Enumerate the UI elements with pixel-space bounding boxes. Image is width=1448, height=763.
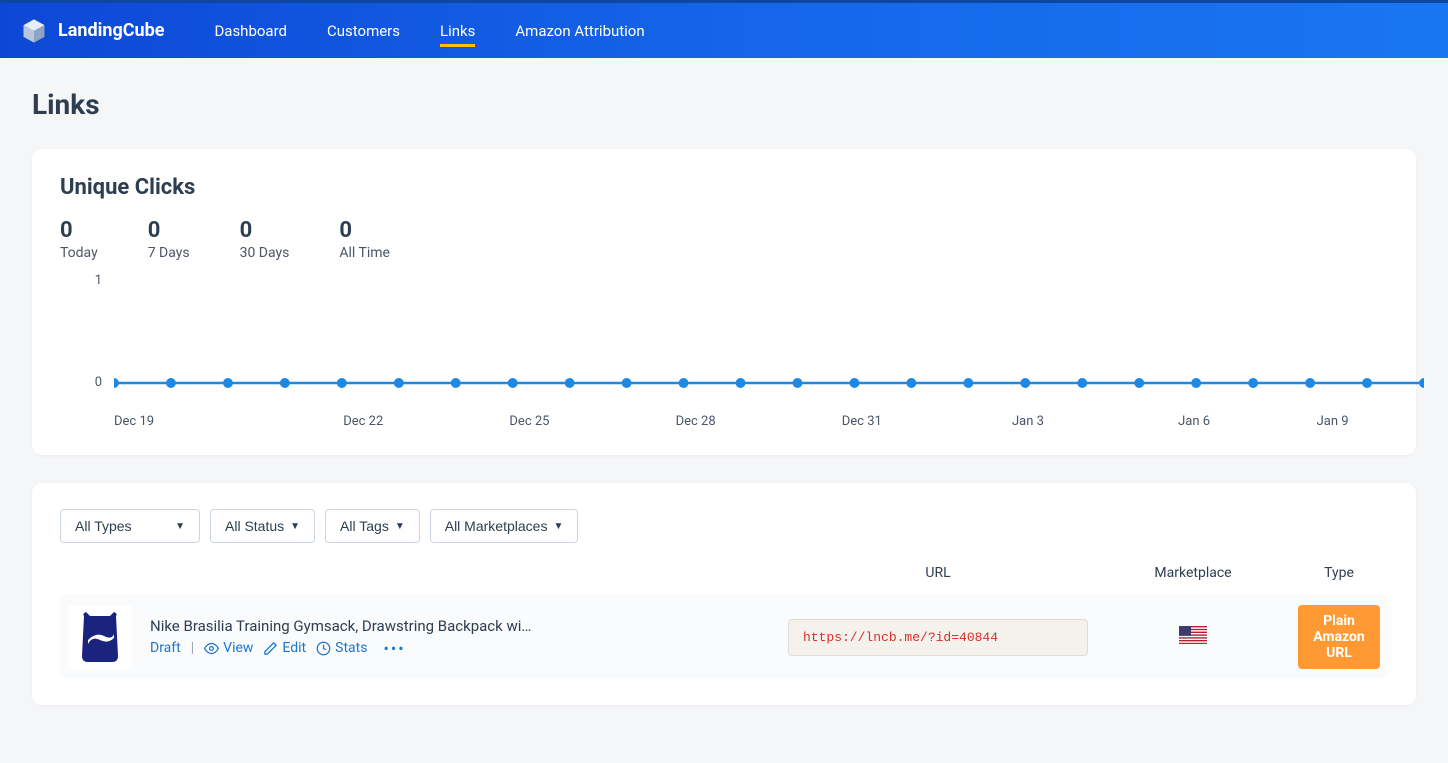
main-navbar: LandingCube Dashboard Customers Links Am… [0, 3, 1448, 58]
backpack-thumb-icon [78, 610, 122, 664]
product-cell: Nike Brasilia Training Gymsack, Drawstri… [68, 605, 788, 669]
x-tick: Jan 6 [1111, 414, 1277, 429]
stat-7days: 0 7 Days [148, 218, 190, 261]
product-thumbnail[interactable] [68, 605, 132, 669]
filter-tags[interactable]: All Tags ▼ [325, 509, 420, 543]
status-badge: Draft [150, 640, 181, 656]
stat-label: 30 Days [240, 245, 290, 261]
url-display[interactable]: https://lncb.me/?id=40844 [788, 619, 1088, 656]
pencil-icon [263, 641, 278, 656]
stat-value: 0 [148, 218, 190, 243]
marketplace-cell [1088, 626, 1298, 648]
cube-logo-icon [20, 17, 48, 45]
line-chart[interactable] [114, 279, 1424, 409]
filter-status[interactable]: All Status ▼ [210, 509, 315, 543]
filter-label: All Types [75, 518, 132, 534]
caret-down-icon: ▼ [290, 521, 300, 532]
caret-down-icon: ▼ [395, 521, 405, 532]
stat-label: All Time [339, 245, 390, 261]
clicks-card-title: Unique Clicks [60, 175, 1388, 200]
url-cell: https://lncb.me/?id=40844 [788, 619, 1088, 656]
view-button[interactable]: View [204, 640, 253, 656]
col-url-header: URL [788, 565, 1088, 581]
action-label: Stats [335, 640, 367, 656]
x-tick: Dec 19 [114, 414, 280, 429]
product-actions: Draft | View Edit Stats [150, 639, 531, 658]
nav-amazon-attribution[interactable]: Amazon Attribution [495, 5, 664, 57]
filter-row: All Types ▼ All Status ▼ All Tags ▼ All … [60, 509, 1388, 543]
table-row: Nike Brasilia Training Gymsack, Drawstri… [60, 595, 1388, 679]
filter-marketplaces[interactable]: All Marketplaces ▼ [430, 509, 579, 543]
filter-label: All Status [225, 518, 284, 534]
caret-down-icon: ▼ [553, 521, 563, 532]
clicks-card: Unique Clicks 0 Today 0 7 Days 0 30 Days… [32, 149, 1416, 455]
action-label: Edit [282, 640, 306, 656]
type-badge[interactable]: Plain Amazon URL [1298, 605, 1380, 669]
product-info: Nike Brasilia Training Gymsack, Drawstri… [150, 617, 531, 658]
x-tick: Jan 9 [1277, 414, 1388, 429]
y-tick-0: 0 [78, 375, 102, 390]
x-tick: Jan 3 [945, 414, 1111, 429]
filter-label: All Marketplaces [445, 518, 548, 534]
action-label: View [223, 640, 253, 656]
eye-icon [204, 641, 219, 656]
nav-customers[interactable]: Customers [307, 5, 420, 57]
ellipsis-icon: ••• [383, 639, 405, 658]
x-tick: Dec 31 [779, 414, 945, 429]
stat-alltime: 0 All Time [339, 218, 390, 261]
nav-links[interactable]: Links [420, 5, 495, 57]
stats-button[interactable]: Stats [316, 640, 367, 656]
links-table-card: All Types ▼ All Status ▼ All Tags ▼ All … [32, 483, 1416, 705]
stat-today: 0 Today [60, 218, 98, 261]
col-product [68, 565, 788, 581]
filter-types[interactable]: All Types ▼ [60, 509, 200, 543]
x-tick: Dec 25 [446, 414, 612, 429]
x-tick: Dec 22 [280, 414, 446, 429]
x-tick: Dec 28 [613, 414, 779, 429]
nav-dashboard[interactable]: Dashboard [194, 5, 307, 57]
filter-label: All Tags [340, 518, 389, 534]
stat-value: 0 [339, 218, 390, 243]
stats-row: 0 Today 0 7 Days 0 30 Days 0 All Time [60, 218, 1388, 261]
more-actions-button[interactable]: ••• [383, 639, 405, 658]
brand-name: LandingCube [58, 20, 164, 41]
x-axis-labels: Dec 19 Dec 22 Dec 25 Dec 28 Dec 31 Jan 3… [114, 414, 1388, 429]
table-header: URL Marketplace Type [60, 565, 1388, 595]
page-title: Links [32, 88, 1416, 121]
stat-30days: 0 30 Days [240, 218, 290, 261]
stat-value: 0 [240, 218, 290, 243]
us-flag-icon [1179, 626, 1207, 644]
col-marketplace-header: Marketplace [1088, 565, 1298, 581]
chart-area: 1 0 Dec 19 Dec 22 Dec 25 Dec 28 Dec 31 J… [78, 279, 1388, 429]
y-tick-1: 1 [78, 273, 102, 288]
page-body: Links Unique Clicks 0 Today 0 7 Days 0 3… [0, 58, 1448, 763]
stat-label: 7 Days [148, 245, 190, 261]
col-type-header: Type [1298, 565, 1380, 581]
product-name: Nike Brasilia Training Gymsack, Drawstri… [150, 617, 531, 635]
edit-button[interactable]: Edit [263, 640, 306, 656]
caret-down-icon: ▼ [175, 521, 185, 532]
stat-label: Today [60, 245, 98, 261]
type-cell: Plain Amazon URL [1298, 605, 1380, 669]
brand[interactable]: LandingCube [20, 17, 164, 45]
stat-value: 0 [60, 218, 98, 243]
clock-icon [316, 641, 331, 656]
separator: | [191, 640, 194, 656]
